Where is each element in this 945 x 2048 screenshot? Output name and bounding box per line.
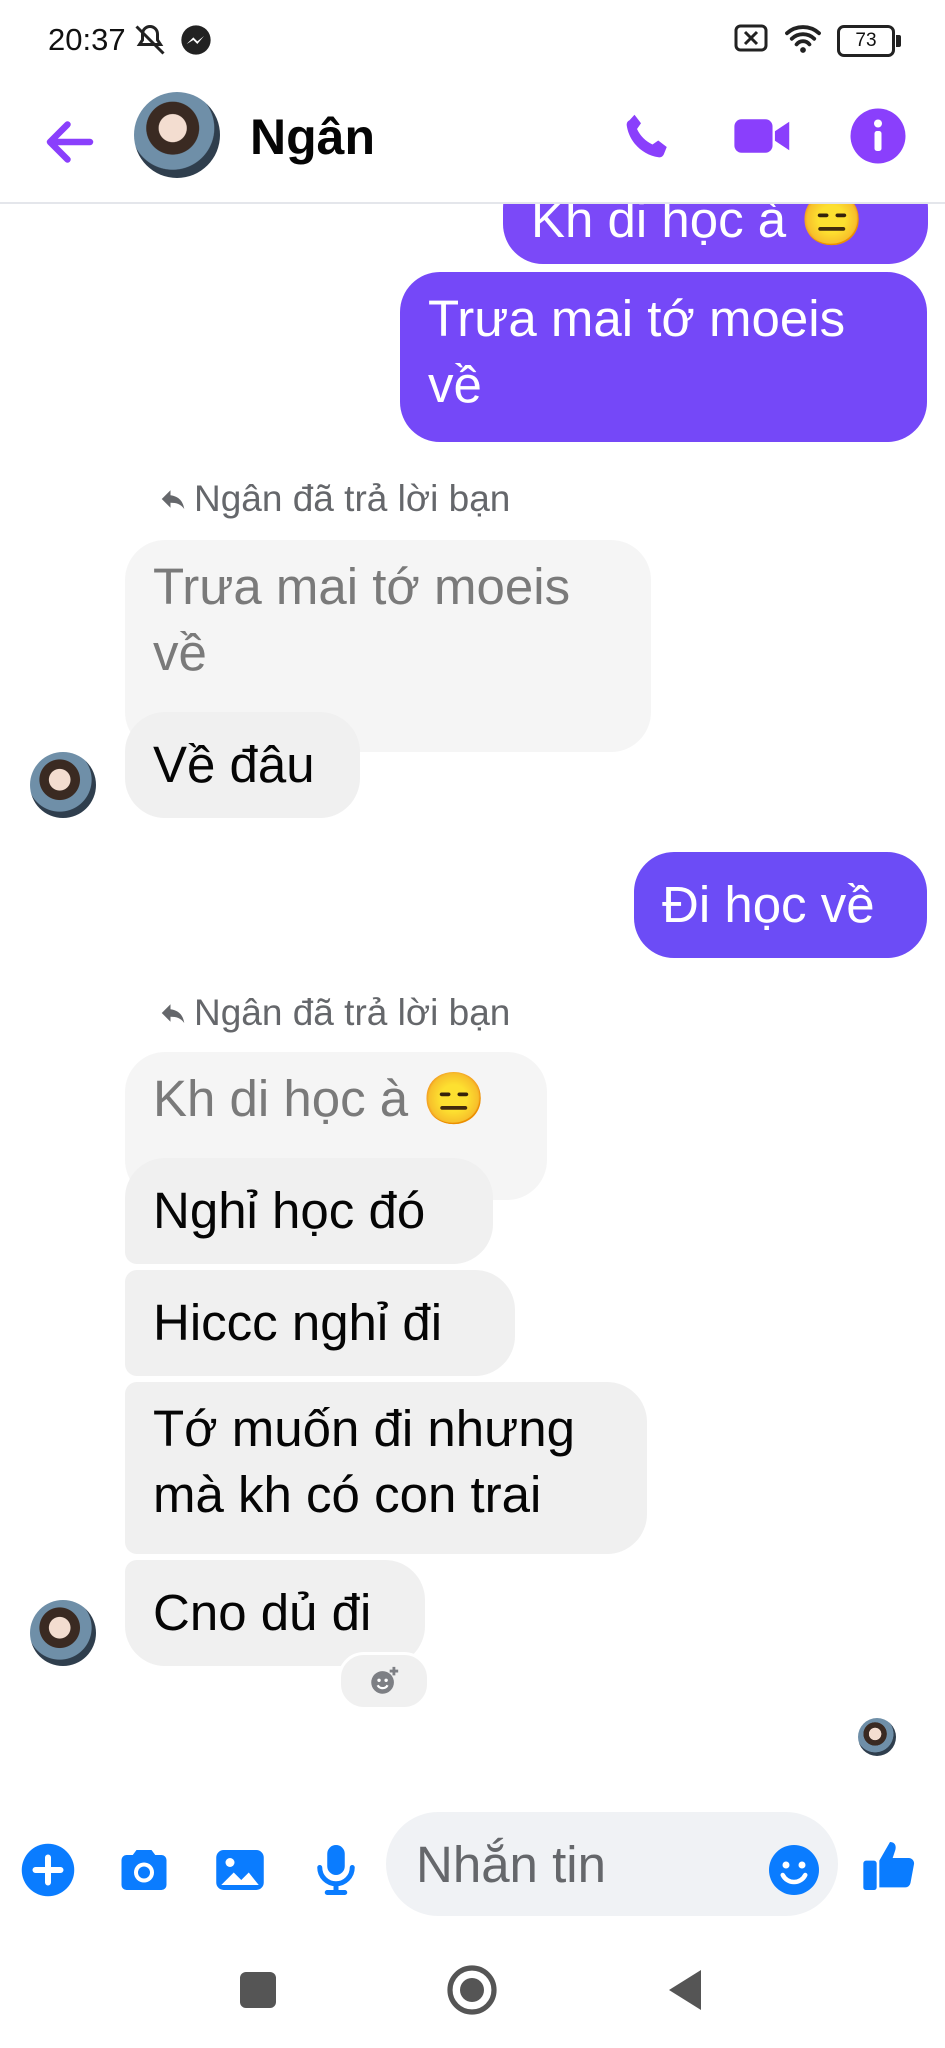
status-right: 73 [733, 22, 901, 59]
contact-avatar-small[interactable] [30, 1600, 96, 1666]
camera-icon[interactable] [114, 1840, 174, 1900]
battery-indicator: 73 [837, 24, 901, 57]
reply-arrow-icon [158, 484, 188, 519]
outgoing-message[interactable]: Trưa mai tớ moeis về [400, 272, 927, 442]
incoming-message[interactable]: Về đâu [125, 712, 360, 818]
info-icon[interactable] [848, 106, 908, 166]
phone-icon[interactable] [618, 106, 678, 166]
messenger-notification-icon [180, 24, 212, 61]
reply-note: Ngân đã trả lời bạn [194, 478, 511, 519]
contact-avatar-small[interactable] [30, 752, 96, 818]
nav-square-icon[interactable] [238, 1970, 278, 2015]
video-icon[interactable] [732, 106, 792, 166]
plus-icon[interactable] [18, 1840, 78, 1900]
gallery-icon[interactable] [210, 1840, 270, 1900]
back-arrow-icon[interactable] [40, 112, 100, 172]
wifi-icon [783, 22, 823, 59]
seen-avatar [858, 1718, 896, 1756]
incoming-message[interactable]: Cno dủ đi [125, 1560, 425, 1666]
sim-icon [733, 23, 769, 58]
emoji-icon[interactable] [764, 1840, 824, 1900]
nav-back-icon[interactable] [664, 1968, 706, 2017]
incoming-message[interactable]: Tớ muốn đi nhưng mà kh có con trai [125, 1382, 647, 1554]
microphone-icon[interactable] [306, 1840, 366, 1900]
outgoing-message[interactable]: Đi học về [634, 852, 927, 958]
add-reaction-icon[interactable] [338, 1652, 430, 1710]
incoming-message[interactable]: Nghỉ học đó [125, 1158, 493, 1264]
reply-arrow-icon [158, 998, 188, 1033]
thumbs-up-icon[interactable] [858, 1834, 918, 1894]
status-time: 20:37 [48, 22, 126, 57]
nav-home-icon[interactable] [446, 1964, 498, 2021]
reply-note: Ngân đã trả lời bạn [194, 992, 511, 1033]
system-navigation-bar [0, 1930, 945, 2048]
contact-name[interactable]: Ngân [250, 108, 375, 166]
mute-icon [132, 22, 168, 63]
incoming-message[interactable]: Hiccc nghỉ đi [125, 1270, 515, 1376]
contact-avatar[interactable] [134, 92, 220, 178]
